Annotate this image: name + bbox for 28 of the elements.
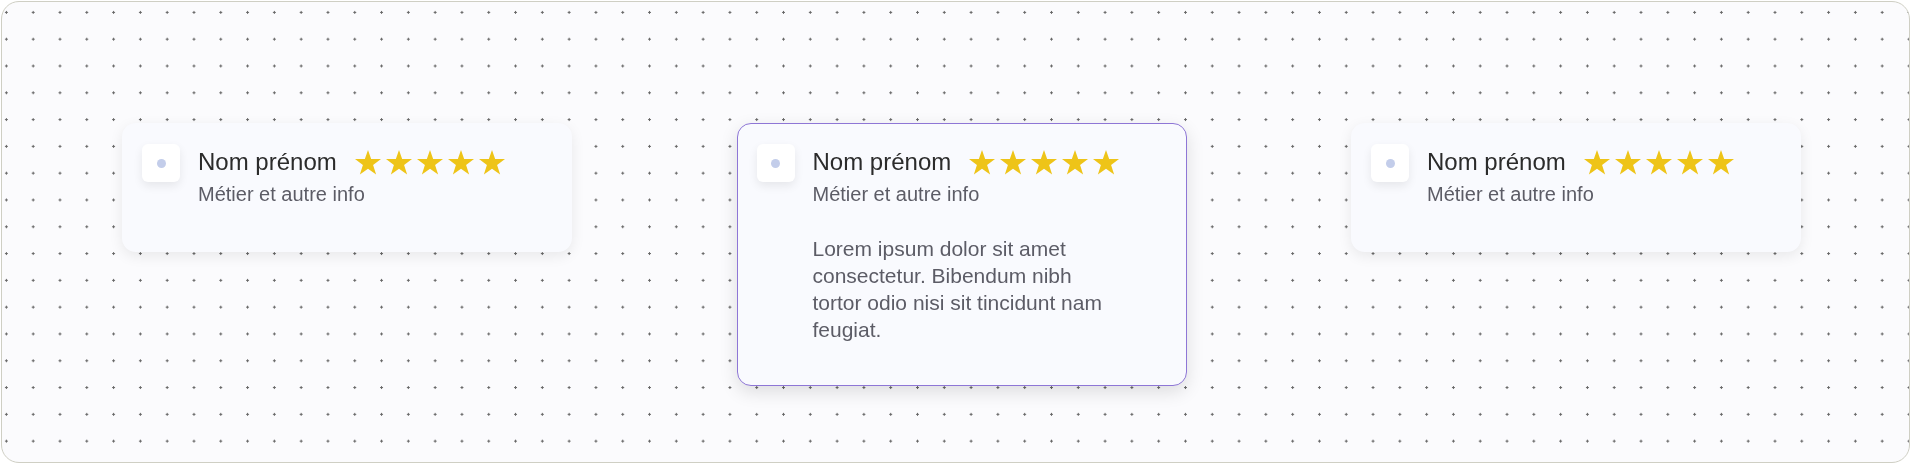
star-icon (1000, 149, 1027, 175)
star-icon (1614, 149, 1641, 175)
star-icon (1583, 149, 1610, 175)
reviewer-name: Nom prénom (198, 147, 337, 177)
reviewer-subtitle: Métier et autre info (198, 182, 366, 207)
star-icon (969, 149, 996, 175)
avatar-icon (756, 144, 795, 182)
star-icon (1676, 149, 1703, 175)
star-icon (416, 149, 443, 175)
review-card[interactable]: Nom prénom Métier et autre info (122, 123, 572, 252)
review-card[interactable]: Nom prénom Métier et autre info (1351, 123, 1801, 252)
star-icon (1093, 149, 1120, 175)
star-icon (447, 149, 474, 175)
review-text: Lorem ipsum dolor sit amet consectetur. Bibendum nibh tortor odio nisi sit tincidunt nam feugiat. (812, 236, 1103, 343)
star-icon (1062, 149, 1089, 175)
avatar-icon (142, 144, 180, 182)
reviewer-name: Nom prénom (1427, 147, 1566, 177)
reviewer-name: Nom prénom (812, 147, 952, 177)
star-icon (1031, 149, 1058, 175)
reviewer-subtitle: Métier et autre info (812, 182, 981, 207)
avatar-icon (1371, 144, 1409, 182)
star-icon (354, 149, 381, 175)
star-icon (478, 149, 505, 175)
star-icon (1707, 149, 1734, 175)
star-icon (1645, 149, 1672, 175)
review-card[interactable]: Nom prénom Métier et autre info Lorem ipsum dolor sit amet consectetur. Bibendum nibh tortor odio nisi sit tincidunt nam feugiat. (736, 123, 1187, 386)
reviewer-subtitle: Métier et autre info (1427, 182, 1595, 207)
star-icon (385, 149, 412, 175)
